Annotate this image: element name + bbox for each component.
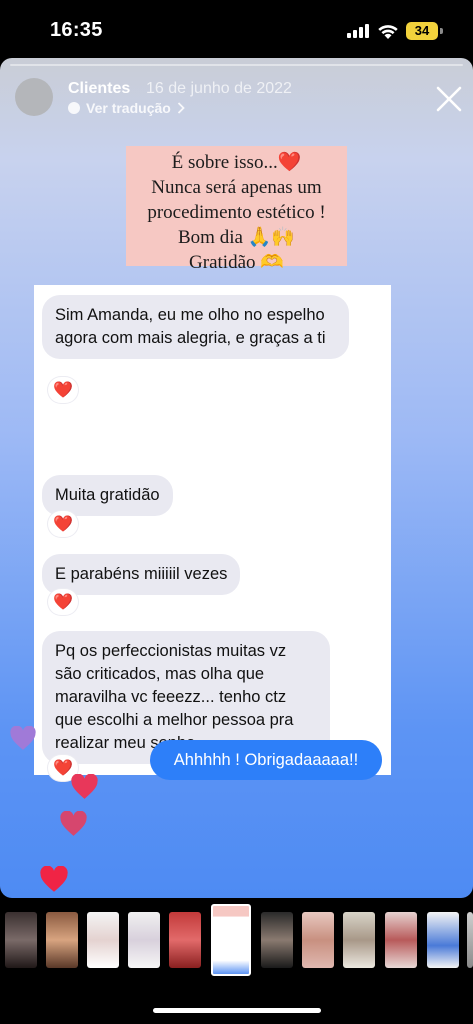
close-icon[interactable] <box>434 84 464 114</box>
home-indicator[interactable] <box>153 1008 321 1013</box>
chevron-right-icon <box>177 102 185 114</box>
cellular-signal-icon <box>347 24 371 38</box>
wifi-icon <box>378 25 398 39</box>
quote-line: Bom dia 🙏🙌 <box>178 227 295 248</box>
story-thumbnail-active[interactable] <box>211 904 251 976</box>
story-thumbnail[interactable] <box>467 912 473 968</box>
story-date: 16 de junho de 2022 <box>146 80 292 97</box>
heart-icon <box>60 811 87 836</box>
battery-icon: 34 <box>406 22 438 40</box>
story-thumbnail[interactable] <box>87 912 119 968</box>
avatar[interactable] <box>15 78 53 116</box>
story-thumbnail[interactable] <box>128 912 160 968</box>
quote-line: É sobre isso...❤️ <box>171 152 302 173</box>
quote-box: É sobre isso...❤️ Nunca será apenas um p… <box>126 146 347 273</box>
quote-line: Gratidão 🫶 <box>189 252 284 273</box>
heart-icon <box>71 774 98 799</box>
heart-reaction-icon: ❤️ <box>48 589 78 615</box>
heart-icon <box>40 866 68 892</box>
battery-tip <box>440 28 443 34</box>
story-viewer[interactable]: Clientes 16 de junho de 2022 Ver traduçã… <box>0 58 473 898</box>
quote-line: procedimento estético ! <box>147 202 326 223</box>
received-message: E parabéns miiiiil vezes <box>42 554 241 595</box>
translate-icon <box>68 102 80 114</box>
translate-label: Ver tradução <box>86 100 171 116</box>
received-message: Muita gratidão <box>42 475 173 516</box>
story-progress-bar <box>10 64 463 66</box>
chat-screenshot: Sim Amanda, eu me olho no espelho agora … <box>34 285 391 781</box>
story-thumbnail[interactable] <box>46 912 78 968</box>
received-message: Sim Amanda, eu me olho no espelho agora … <box>42 295 349 359</box>
story-thumbnail[interactable] <box>261 912 293 968</box>
story-thumbnail-strip <box>0 904 473 976</box>
heart-icon <box>10 726 36 750</box>
story-thumbnail[interactable] <box>427 912 459 968</box>
story-thumbnail[interactable] <box>343 912 375 968</box>
status-bar: 16:35 34 <box>0 0 473 60</box>
story-thumbnail[interactable] <box>385 912 417 968</box>
story-username[interactable]: Clientes <box>68 80 130 98</box>
quote-line: Nunca será apenas um <box>151 177 322 198</box>
translate-link[interactable]: Ver tradução <box>68 100 185 116</box>
sent-message: Ahhhhh ! Obrigadaaaaa!! <box>150 740 382 780</box>
heart-reaction-icon: ❤️ <box>48 377 78 403</box>
story-thumbnail[interactable] <box>302 912 334 968</box>
story-thumbnail[interactable] <box>169 912 201 968</box>
heart-reaction-icon: ❤️ <box>48 511 78 537</box>
status-time: 16:35 <box>50 19 103 41</box>
story-thumbnail[interactable] <box>5 912 37 968</box>
